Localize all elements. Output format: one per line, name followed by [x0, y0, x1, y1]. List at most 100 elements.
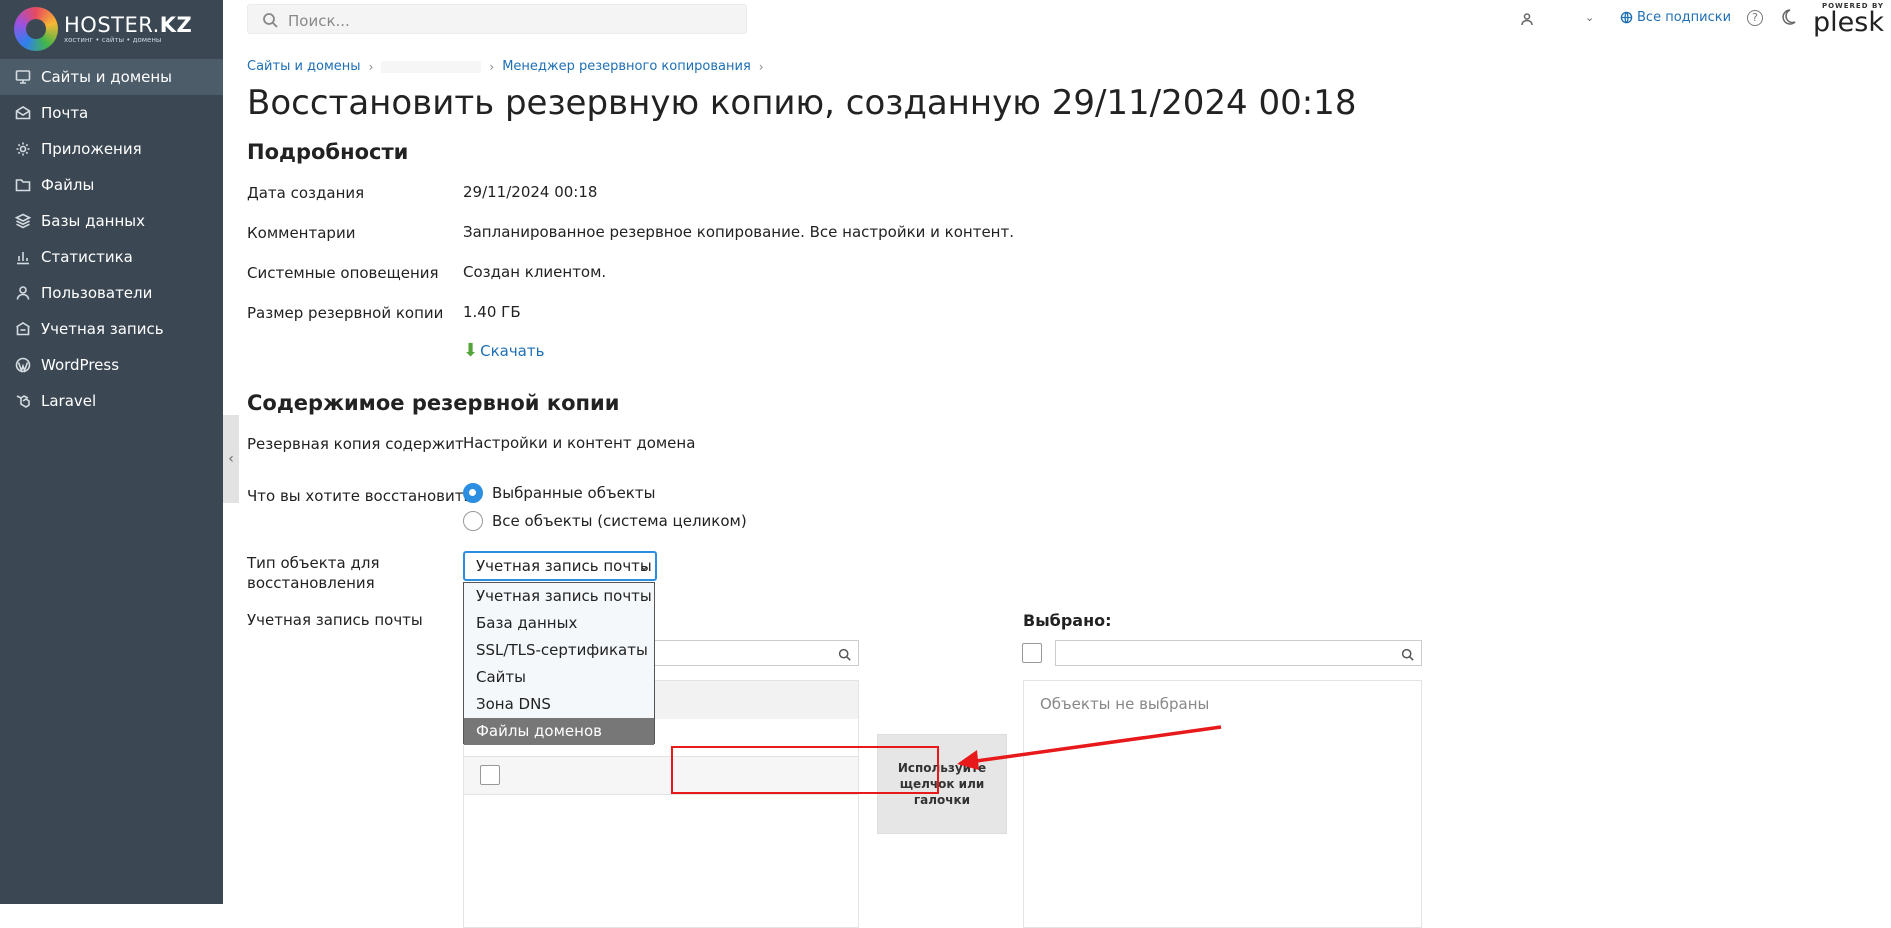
monitor-icon: [14, 68, 32, 86]
selected-search-input[interactable]: [1055, 640, 1422, 666]
topbar: Поиск... ⌄ Все подписки ? POWERED BY ple…: [223, 0, 1891, 37]
detail-label: Размер резервной копии: [247, 304, 444, 322]
sidebar-item-users[interactable]: Пользователи: [0, 275, 223, 311]
annotation-highlight-box: [671, 746, 939, 794]
empty-selection-text: Объекты не выбраны: [1040, 695, 1210, 713]
help-icon[interactable]: ?: [1747, 10, 1763, 26]
hoster-logo[interactable]: HOSTER.KZ хостинг • сайты • домены: [14, 6, 192, 52]
download-arrow-icon: ⬇: [463, 340, 479, 361]
sidebar-item-wordpress[interactable]: WordPress: [0, 347, 223, 383]
radio-unchecked-icon: [463, 511, 483, 531]
sidebar-item-databases[interactable]: Базы данных: [0, 203, 223, 239]
search-icon: [262, 12, 278, 28]
user-icon: [14, 284, 32, 302]
selected-objects-list: Объекты не выбраны: [1023, 680, 1422, 928]
contains-value: Настройки и контент домена: [463, 434, 696, 452]
wordpress-icon: [14, 356, 32, 374]
plesk-logo[interactable]: POWERED BY plesk: [1813, 2, 1884, 36]
detail-value: Создан клиентом.: [463, 263, 607, 281]
object-type-select[interactable]: Учетная запись почты ⌄: [463, 551, 657, 581]
sidebar-item-label: Базы данных: [41, 212, 145, 230]
chevron-left-icon: ‹: [228, 451, 234, 467]
radio-label: Выбранные объекты: [492, 484, 656, 502]
search-placeholder: Поиск...: [288, 12, 350, 30]
selected-heading: Выбрано:: [1023, 611, 1112, 630]
logo-name-bold: KZ: [159, 12, 193, 37]
list-item-checkbox[interactable]: [480, 765, 500, 785]
sidebar-item-label: Пользователи: [41, 284, 153, 302]
content-heading: Содержимое резервной копии: [247, 391, 620, 415]
laravel-icon: [14, 392, 32, 410]
chevron-right-icon: ›: [368, 59, 374, 74]
globe-icon: [1620, 11, 1633, 24]
search-input[interactable]: Поиск...: [247, 4, 747, 34]
sidebar-item-label: Статистика: [41, 248, 133, 266]
folder-icon: [14, 176, 32, 194]
dropdown-option-dns[interactable]: Зона DNS: [464, 691, 654, 718]
restore-label: Что вы хотите восстановить?: [247, 487, 481, 505]
detail-value: Запланированное резервное копирование. В…: [463, 223, 1014, 241]
search-icon: [838, 646, 851, 665]
select-all-checkbox[interactable]: [1022, 643, 1042, 663]
detail-value: 1.40 ГБ: [463, 303, 521, 321]
dropdown-option-mail[interactable]: Учетная запись почты: [464, 583, 654, 610]
object-type-value: Учетная запись почты: [476, 557, 652, 575]
annotation-arrow-icon: [957, 725, 1222, 770]
chart-icon: [14, 248, 32, 266]
chevron-down-icon: ⌄: [638, 559, 649, 573]
chevron-down-icon[interactable]: ⌄: [1585, 11, 1594, 24]
breadcrumb-domain-redacted[interactable]: [381, 60, 482, 73]
object-type-dropdown: Учетная запись почты База данных SSL/TLS…: [463, 582, 655, 745]
subscriptions-label: Все подписки: [1637, 10, 1732, 25]
radio-label: Все объекты (система целиком): [492, 512, 747, 530]
download-label: Скачать: [480, 341, 545, 360]
hoster-logo-icon: [14, 7, 58, 51]
dropdown-option-ssl[interactable]: SSL/TLS-сертификаты: [464, 637, 654, 664]
logo-tagline: хостинг • сайты • домены: [64, 35, 162, 44]
mail-account-label: Учетная запись почты: [247, 611, 423, 629]
dropdown-option-domain-files[interactable]: Файлы доменов: [464, 718, 654, 745]
sidebar-item-apps[interactable]: Приложения: [0, 131, 223, 167]
sidebar-item-laravel[interactable]: Laravel: [0, 383, 223, 419]
sidebar-item-label: WordPress: [41, 356, 120, 374]
type-label-line1: Тип объекта для: [247, 554, 380, 572]
sidebar-item-account[interactable]: Учетная запись: [0, 311, 223, 347]
moon-icon[interactable]: [1779, 8, 1797, 26]
download-link[interactable]: ⬇ Скачать: [463, 340, 544, 361]
type-label-line2: восстановления: [247, 574, 375, 592]
details-heading: Подробности: [247, 140, 409, 164]
radio-all-objects[interactable]: Все объекты (система целиком): [463, 511, 747, 531]
detail-label: Комментарии: [247, 224, 356, 242]
sidebar-item-label: Laravel: [41, 392, 97, 410]
plesk-name: plesk: [1813, 7, 1884, 38]
detail-label: Системные оповещения: [247, 264, 439, 282]
breadcrumb-backup-manager[interactable]: Менеджер резервного копирования: [502, 59, 751, 74]
mail-icon: [14, 104, 32, 122]
sidebar-item-label: Сайты и домены: [41, 68, 173, 86]
breadcrumb-sites[interactable]: Сайты и домены: [247, 59, 361, 74]
logo-name: HOSTER.: [64, 12, 160, 37]
sidebar-item-sites[interactable]: Сайты и домены: [0, 59, 223, 95]
breadcrumb: Сайты и домены › › Менеджер резервного к…: [247, 59, 772, 74]
detail-value: 29/11/2024 00:18: [463, 183, 598, 201]
dropdown-option-sites[interactable]: Сайты: [464, 664, 654, 691]
search-icon: [1401, 646, 1414, 665]
contains-label: Резервная копия содержит: [247, 435, 464, 453]
sidebar-item-statistics[interactable]: Статистика: [0, 239, 223, 275]
radio-checked-icon: [463, 483, 483, 503]
subscriptions-link[interactable]: Все подписки: [1620, 10, 1731, 25]
sidebar-item-files[interactable]: Файлы: [0, 167, 223, 203]
sidebar-item-label: Учетная запись: [41, 320, 164, 338]
chevron-right-icon: ›: [489, 59, 495, 74]
chevron-right-icon: ›: [758, 59, 764, 74]
detail-label: Дата создания: [247, 184, 365, 202]
radio-selected-objects[interactable]: Выбранные объекты: [463, 483, 655, 503]
sidebar-item-label: Почта: [41, 104, 89, 122]
user-icon[interactable]: [1520, 11, 1534, 26]
sidebar-collapse-button[interactable]: ‹: [223, 415, 239, 503]
sidebar-nav: Сайты и домены Почта Приложения Файлы Ба…: [0, 59, 223, 419]
dropdown-option-database[interactable]: База данных: [464, 610, 654, 637]
sidebar-item-label: Приложения: [41, 140, 142, 158]
sidebar-item-label: Файлы: [41, 176, 95, 194]
sidebar-item-mail[interactable]: Почта: [0, 95, 223, 131]
